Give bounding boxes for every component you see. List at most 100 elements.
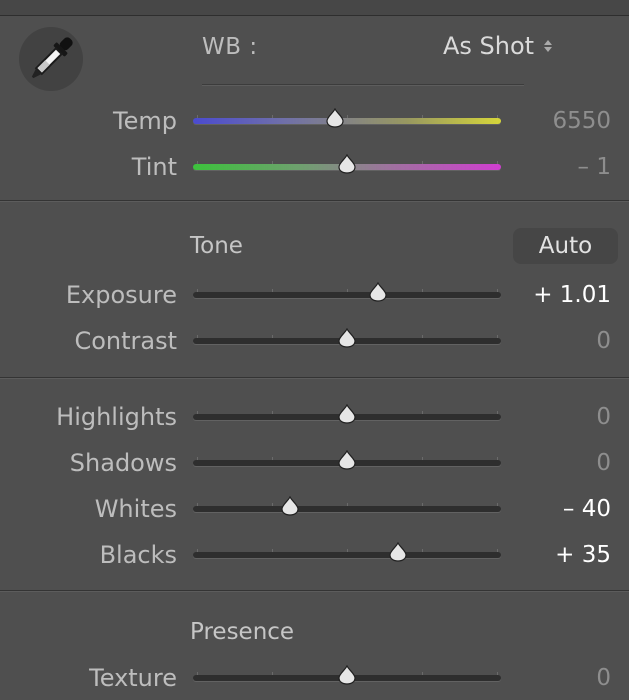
shadows-label: Shadows xyxy=(69,449,177,477)
texture-label: Texture xyxy=(89,664,177,692)
section-divider xyxy=(0,200,629,202)
blacks-slider-track xyxy=(193,549,501,558)
slider-tick xyxy=(497,457,498,460)
temp-label: Temp xyxy=(113,107,177,135)
exposure-value[interactable]: + 1.01 xyxy=(533,275,611,315)
contrast-slider-row: Contrast 0 xyxy=(0,321,629,361)
whites-slider[interactable] xyxy=(193,496,501,516)
slider-tick xyxy=(497,503,498,506)
presence-section-title: Presence xyxy=(190,619,295,645)
slider-tick xyxy=(497,672,498,675)
whites-slider-row: Whites – 40 xyxy=(0,489,629,529)
temp-slider-track xyxy=(193,115,501,124)
tone-section-title: Tone xyxy=(190,233,243,259)
slider-tick xyxy=(197,411,198,414)
exposure-slider-thumb[interactable] xyxy=(369,282,387,302)
slider-tick xyxy=(497,335,498,338)
white-balance-selector-button[interactable] xyxy=(19,27,83,91)
slider-tick xyxy=(197,503,198,506)
temp-value[interactable]: 6550 xyxy=(552,101,611,141)
slider-tick xyxy=(347,549,348,552)
whites-label: Whites xyxy=(94,495,177,523)
tint-label: Tint xyxy=(131,153,177,181)
contrast-label: Contrast xyxy=(74,327,177,355)
blacks-slider[interactable] xyxy=(193,542,501,562)
wb-label: WB : xyxy=(202,34,258,60)
slider-tick xyxy=(272,411,273,414)
shadows-slider-row: Shadows 0 xyxy=(0,443,629,483)
slider-tick xyxy=(197,672,198,675)
slider-tick xyxy=(272,503,273,506)
contrast-slider[interactable] xyxy=(193,328,501,348)
temp-slider-thumb[interactable] xyxy=(326,108,344,128)
whites-slider-thumb[interactable] xyxy=(281,496,299,516)
tint-slider[interactable] xyxy=(193,154,501,174)
texture-slider-row: Texture 0 xyxy=(0,658,629,698)
wb-preset-value: As Shot xyxy=(443,32,535,60)
temp-slider[interactable] xyxy=(193,108,501,128)
highlights-slider[interactable] xyxy=(193,404,501,424)
slider-tick xyxy=(272,335,273,338)
highlights-label: Highlights xyxy=(56,403,177,431)
slider-tick xyxy=(272,289,273,292)
slider-tick xyxy=(422,503,423,506)
tint-slider-row: Tint – 1 xyxy=(0,147,629,187)
slider-tick xyxy=(347,503,348,506)
whites-slider-track xyxy=(193,503,501,512)
blacks-value[interactable]: + 35 xyxy=(555,535,611,575)
slider-tick xyxy=(347,115,348,118)
slider-tick xyxy=(272,115,273,118)
slider-tick xyxy=(197,335,198,338)
blacks-label: Blacks xyxy=(99,541,177,569)
slider-tick xyxy=(497,411,498,414)
slider-tick xyxy=(422,335,423,338)
shadows-value[interactable]: 0 xyxy=(596,443,611,483)
slider-tick xyxy=(197,457,198,460)
slider-tick xyxy=(497,115,498,118)
tint-slider-thumb[interactable] xyxy=(338,154,356,174)
slider-tick xyxy=(272,549,273,552)
slider-tick xyxy=(497,549,498,552)
blacks-slider-row: Blacks + 35 xyxy=(0,535,629,575)
whites-value[interactable]: – 40 xyxy=(563,489,611,529)
slider-tick xyxy=(197,289,198,292)
slider-tick xyxy=(422,411,423,414)
exposure-slider-track xyxy=(193,289,501,298)
wb-preset-select[interactable]: As Shot xyxy=(443,32,553,60)
shadows-slider[interactable] xyxy=(193,450,501,470)
slider-tick xyxy=(272,457,273,460)
slider-tick xyxy=(197,549,198,552)
texture-slider[interactable] xyxy=(193,665,501,685)
tint-value[interactable]: – 1 xyxy=(578,147,611,187)
exposure-slider[interactable] xyxy=(193,282,501,302)
slider-tick xyxy=(422,161,423,164)
slider-tick xyxy=(422,672,423,675)
contrast-slider-thumb[interactable] xyxy=(338,328,356,348)
section-divider xyxy=(0,377,629,379)
slider-tick xyxy=(272,672,273,675)
slider-tick xyxy=(422,115,423,118)
slider-tick xyxy=(272,161,273,164)
exposure-label: Exposure xyxy=(65,281,177,309)
slider-tick xyxy=(497,161,498,164)
slider-tick xyxy=(197,115,198,118)
slider-tick xyxy=(197,161,198,164)
slider-tick xyxy=(347,289,348,292)
highlights-slider-thumb[interactable] xyxy=(338,404,356,424)
temp-slider-row: Temp 6550 xyxy=(0,101,629,141)
section-divider xyxy=(0,590,629,592)
develop-basic-panel: WB : As Shot Temp 6550 Tint – 1 Tone Auto E… xyxy=(0,0,629,700)
texture-slider-thumb[interactable] xyxy=(338,665,356,685)
panel-top-strip xyxy=(0,0,629,16)
highlights-value[interactable]: 0 xyxy=(596,397,611,437)
eyedropper-icon xyxy=(31,37,73,79)
contrast-value[interactable]: 0 xyxy=(596,321,611,361)
auto-tone-button[interactable]: Auto xyxy=(513,228,618,264)
wb-separator xyxy=(202,84,524,86)
slider-tick xyxy=(422,457,423,460)
up-down-arrows-icon xyxy=(544,40,553,52)
slider-tick xyxy=(422,549,423,552)
blacks-slider-thumb[interactable] xyxy=(389,542,407,562)
shadows-slider-thumb[interactable] xyxy=(338,450,356,470)
texture-value[interactable]: 0 xyxy=(596,658,611,698)
